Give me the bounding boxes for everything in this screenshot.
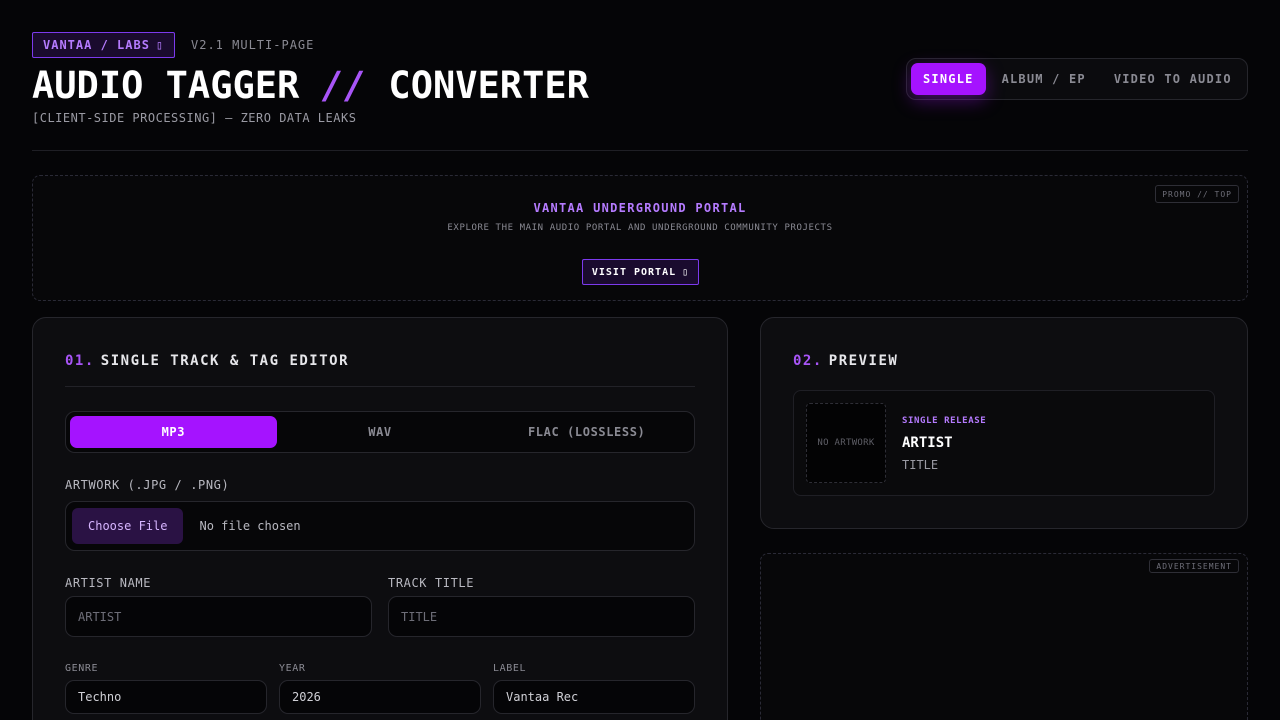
preview-heading: 02. PREVIEW (793, 353, 898, 369)
brand-badge[interactable]: VANTAA / LABS ▯ (32, 32, 176, 58)
track-title-input[interactable] (388, 596, 695, 637)
page-title: AUDIO TAGGER // CONVERTER (32, 64, 589, 107)
release-type: SINGLE RELEASE (902, 416, 987, 426)
mode-tabs: SINGLE ALBUM / EP VIDEO TO AUDIO (906, 58, 1248, 100)
year-input[interactable] (279, 680, 481, 714)
tab-single[interactable]: SINGLE (911, 63, 986, 95)
format-tabs: MP3 WAV FLAC (LOSSLESS) (65, 411, 695, 453)
preview-panel: 02. PREVIEW NO ARTWORK SINGLE RELEASE ART… (760, 317, 1248, 529)
editor-panel: 01. SINGLE TRACK & TAG EDITOR MP3 WAV FLA… (32, 317, 728, 720)
record-label-input[interactable] (493, 680, 695, 714)
title-slash: // (321, 64, 367, 107)
artist-name-label: ARTIST NAME (65, 576, 152, 590)
promo-banner: PROMO // TOP VANTAA UNDERGROUND PORTAL E… (32, 175, 1248, 301)
editor-section-number: 01. (65, 353, 95, 369)
format-mp3[interactable]: MP3 (70, 416, 277, 448)
year-label: YEAR (279, 663, 306, 674)
version-label: V2.1 MULTI-PAGE (191, 38, 315, 52)
editor-divider (65, 386, 695, 387)
page-subtitle: [CLIENT-SIDE PROCESSING] — ZERO DATA LEA… (32, 111, 357, 125)
track-preview-card: NO ARTWORK SINGLE RELEASE ARTIST TITLE (793, 390, 1215, 496)
artwork-label: ARTWORK (.JPG / .PNG) (65, 478, 230, 492)
genre-label: GENRE (65, 663, 99, 674)
artist-name-input[interactable] (65, 596, 372, 637)
promo-title: VANTAA UNDERGROUND PORTAL (533, 201, 747, 215)
file-status: No file chosen (199, 519, 301, 533)
format-flac[interactable]: FLAC (LOSSLESS) (483, 416, 690, 448)
choose-file-button[interactable]: Choose File (72, 508, 184, 544)
editor-section-title: SINGLE TRACK & TAG EDITOR (100, 353, 350, 369)
brand-label: VANTAA / LABS (43, 38, 150, 52)
artwork-file-input[interactable]: Choose File No file chosen (65, 501, 695, 551)
visit-portal-label: VISIT PORTAL (591, 266, 677, 278)
visit-portal-button[interactable]: VISIT PORTAL ▯ (582, 259, 699, 285)
record-label-label: LABEL (493, 663, 527, 674)
external-link-icon: ▯ (155, 38, 165, 52)
promo-description: EXPLORE THE MAIN AUDIO PORTAL AND UNDERG… (447, 223, 833, 233)
track-title-label: TRACK TITLE (388, 576, 475, 590)
genre-input[interactable] (65, 680, 267, 714)
title-part-2: CONVERTER (366, 64, 589, 107)
preview-artist: ARTIST (902, 435, 953, 451)
editor-heading: 01. SINGLE TRACK & TAG EDITOR (65, 353, 349, 369)
artwork-placeholder: NO ARTWORK (806, 403, 886, 483)
advertisement-slot: ADVERTISEMENT (760, 553, 1248, 720)
header-divider (32, 150, 1248, 151)
preview-section-number: 02. (793, 353, 823, 369)
preview-title: TITLE (902, 458, 939, 472)
advertisement-tag: ADVERTISEMENT (1149, 559, 1239, 573)
title-part-1: AUDIO TAGGER (32, 64, 322, 107)
external-link-icon: ▯ (682, 266, 690, 278)
preview-section-title: PREVIEW (828, 353, 899, 369)
tab-album-ep[interactable]: ALBUM / EP (990, 63, 1098, 95)
tab-video-to-audio[interactable]: VIDEO TO AUDIO (1102, 63, 1244, 95)
format-wav[interactable]: WAV (277, 416, 484, 448)
